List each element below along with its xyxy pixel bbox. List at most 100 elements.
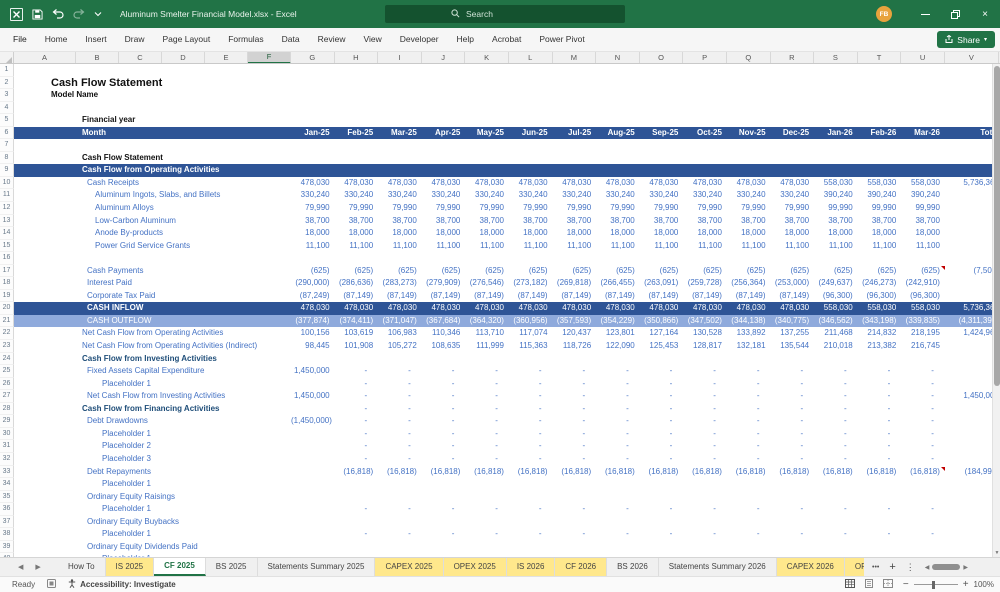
cell[interactable]: (343,198) <box>858 315 902 328</box>
column-header-K[interactable]: K <box>465 52 509 63</box>
cell[interactable]: 558,030 <box>901 302 945 315</box>
cell[interactable]: Feb-26 <box>858 127 902 140</box>
cell[interactable]: - <box>465 403 509 416</box>
cell[interactable]: 478,030 <box>291 177 335 190</box>
cell[interactable]: - <box>378 378 422 391</box>
cell[interactable]: 478,030 <box>640 177 684 190</box>
cell[interactable]: 110,346 <box>422 327 466 340</box>
cell[interactable]: (87,149) <box>553 290 597 303</box>
cell[interactable]: 18,000 <box>858 227 902 240</box>
cell[interactable]: 79,990 <box>596 202 640 215</box>
menu-tab-power-pivot[interactable]: Power Pivot <box>530 28 593 51</box>
cell[interactable]: (16,818) <box>771 466 815 479</box>
cell[interactable]: - <box>771 403 815 416</box>
cell[interactable]: - <box>727 503 771 516</box>
cell[interactable]: 558,030 <box>901 177 945 190</box>
cell[interactable]: (87,149) <box>465 290 509 303</box>
cell[interactable]: - <box>553 365 597 378</box>
cell[interactable]: 127,164 <box>640 327 684 340</box>
cell[interactable]: - <box>553 415 597 428</box>
cell[interactable]: 214,832 <box>858 327 902 340</box>
row-label[interactable]: Model Name <box>14 89 291 102</box>
cell[interactable]: Total <box>945 127 999 140</box>
cell[interactable]: (625) <box>465 265 509 278</box>
row-label[interactable]: CASH INFLOW <box>14 302 291 315</box>
row-header-38[interactable]: 38 <box>0 528 14 541</box>
cell[interactable]: - <box>901 365 945 378</box>
cell[interactable]: (367,684) <box>422 315 466 328</box>
cell[interactable]: (625) <box>858 265 902 278</box>
cell[interactable]: - <box>727 403 771 416</box>
sheet-tab-statements-summary-2025[interactable]: Statements Summary 2025 <box>258 558 376 576</box>
cell[interactable]: 123,801 <box>596 327 640 340</box>
row-label[interactable]: Anode By-products <box>14 227 291 240</box>
vertical-scrollbar-thumb[interactable] <box>994 66 1000 386</box>
cell[interactable]: (371,047) <box>378 315 422 328</box>
cell[interactable]: - <box>509 403 553 416</box>
cell[interactable]: 330,240 <box>553 189 597 202</box>
cell[interactable] <box>291 403 335 416</box>
cell[interactable]: 330,240 <box>422 189 466 202</box>
cell[interactable]: Apr-25 <box>422 127 466 140</box>
cell[interactable]: (16,818) <box>596 466 640 479</box>
cell[interactable]: 1,450,000 <box>291 390 335 403</box>
hscroll-left-icon[interactable]: ◀ <box>925 564 930 571</box>
row-label[interactable]: Power Grid Service Grants <box>14 240 291 253</box>
cell[interactable]: - <box>553 403 597 416</box>
row-label[interactable]: Ordinary Equity Raisings <box>14 491 291 504</box>
cell[interactable]: 11,100 <box>422 240 466 253</box>
cell[interactable]: 1,450,000 <box>291 365 335 378</box>
column-header-R[interactable]: R <box>770 52 815 63</box>
cell[interactable]: 11,100 <box>378 240 422 253</box>
column-header-L[interactable]: L <box>508 52 553 63</box>
row-header-14[interactable]: 14 <box>0 227 14 240</box>
cell[interactable]: 38,700 <box>335 215 379 228</box>
search-input[interactable]: Search <box>385 5 625 23</box>
cell[interactable]: - <box>640 390 684 403</box>
cell[interactable]: 79,990 <box>640 202 684 215</box>
cell[interactable]: - <box>553 440 597 453</box>
cell[interactable]: 11,100 <box>814 240 858 253</box>
cell[interactable]: - <box>378 428 422 441</box>
cell[interactable]: - <box>901 415 945 428</box>
cell[interactable]: (87,149) <box>640 290 684 303</box>
qat-customize-icon[interactable] <box>94 10 102 18</box>
add-sheet-icon[interactable]: + <box>889 561 895 573</box>
row-label[interactable]: Financial year <box>14 114 291 127</box>
cell[interactable]: 135,544 <box>771 340 815 353</box>
column-header-P[interactable]: P <box>683 52 727 63</box>
row-header-33[interactable]: 33 <box>0 465 14 479</box>
cell[interactable]: - <box>727 365 771 378</box>
cell[interactable]: 478,030 <box>378 177 422 190</box>
cell[interactable]: 18,000 <box>378 227 422 240</box>
page-break-view-icon[interactable] <box>882 579 893 590</box>
cell[interactable]: (16,818) <box>422 466 466 479</box>
row-label[interactable]: Aluminum Ingots, Slabs, and Billets <box>14 189 291 202</box>
row-header-31[interactable]: 31 <box>0 440 14 453</box>
cell[interactable]: 38,700 <box>465 215 509 228</box>
cell[interactable]: - <box>901 378 945 391</box>
cell[interactable]: - <box>858 503 902 516</box>
column-header-F[interactable]: F <box>248 52 291 63</box>
cell[interactable]: - <box>683 365 727 378</box>
cell[interactable] <box>945 365 999 378</box>
cell[interactable]: - <box>858 415 902 428</box>
cell[interactable]: - <box>422 365 466 378</box>
cell[interactable]: - <box>814 428 858 441</box>
cell[interactable]: - <box>378 415 422 428</box>
row-header-17[interactable]: 17 <box>0 264 14 278</box>
undo-icon[interactable] <box>52 8 64 20</box>
cell[interactable]: 478,030 <box>683 302 727 315</box>
cell[interactable]: 108,635 <box>422 340 466 353</box>
cell[interactable]: (87,149) <box>509 290 553 303</box>
row-header-26[interactable]: 26 <box>0 377 14 391</box>
cell[interactable]: 18,000 <box>901 227 945 240</box>
cell[interactable]: 11,100 <box>858 240 902 253</box>
row-header-25[interactable]: 25 <box>0 365 14 378</box>
sheet-menu-icon[interactable]: ⋮ <box>906 562 915 573</box>
close-button[interactable]: × <box>970 0 1000 28</box>
row-label[interactable]: Net Cash Flow from Investing Activities <box>14 390 291 403</box>
cell[interactable]: 213,382 <box>858 340 902 353</box>
row-header-23[interactable]: 23 <box>0 340 14 353</box>
column-header-O[interactable]: O <box>639 52 684 63</box>
